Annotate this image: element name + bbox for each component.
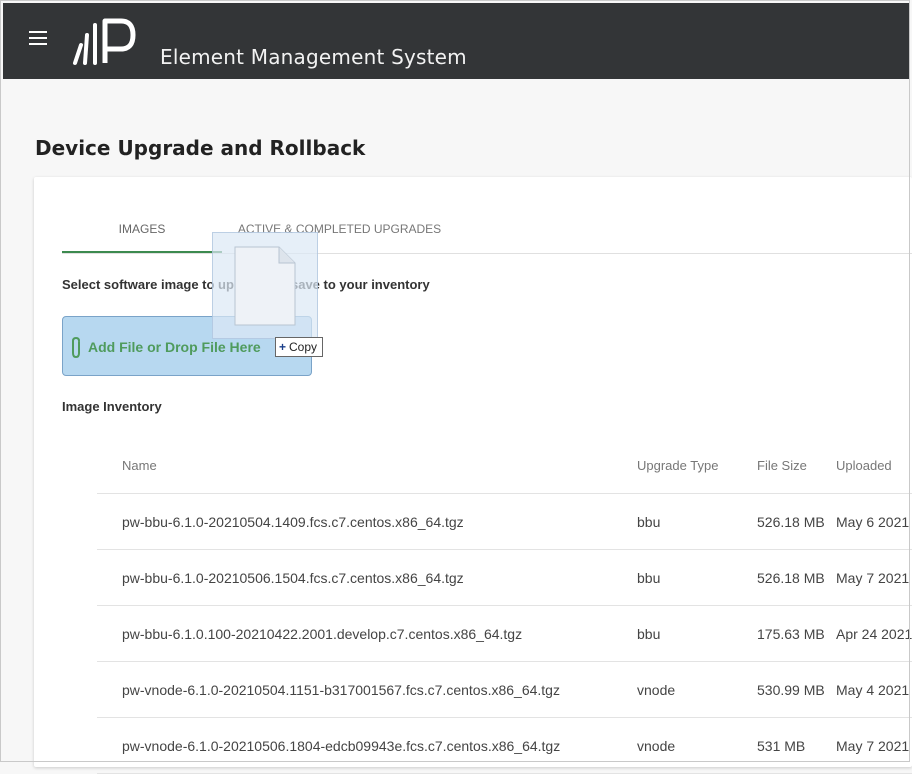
table-row[interactable]: pw-bbu-6.1.0.100-20210422.2001.develop.c… [97,606,912,662]
table-header: Name Upgrade Type File Size Uploaded [97,437,912,494]
cell-name: pw-bbu-6.1.0.100-20210422.2001.develop.c… [122,626,523,642]
dropzone-label: Add File or Drop File Here [88,339,261,355]
image-inventory-table: Name Upgrade Type File Size Uploaded pw-… [97,437,912,774]
hamburger-menu-icon[interactable] [29,31,51,51]
cell-upgrade-type: bbu [637,626,661,642]
cell-upgrade-type: vnode [637,682,676,698]
cell-name: pw-vnode-6.1.0-20210506.1804-edcb09943e.… [122,738,561,754]
drag-file-ghost [212,232,318,339]
table-row[interactable]: pw-bbu-6.1.0-20210506.1504.fcs.c7.centos… [97,550,912,606]
cell-name: pw-bbu-6.1.0-20210504.1409.fcs.c7.centos… [122,514,464,530]
cell-uploaded: May 4 2021 [836,682,910,698]
cell-file-size: 526.18 MB [757,570,825,586]
cell-file-size: 530.99 MB [757,682,825,698]
table-row[interactable]: pw-vnode-6.1.0-20210504.1151-b317001567.… [97,662,912,718]
tab-bar: IMAGES ACTIVE & COMPLETED UPGRADES [62,221,912,254]
table-row[interactable]: pw-bbu-6.1.0-20210504.1409.fcs.c7.centos… [97,494,912,550]
table-row[interactable]: pw-vnode-6.1.0-20210506.1804-edcb09943e.… [97,718,912,774]
cell-uploaded: May 6 2021 [836,514,910,530]
cell-upgrade-type: vnode [637,738,676,754]
cell-uploaded: Apr 24 2021 [836,626,912,642]
cell-name: pw-vnode-6.1.0-20210504.1151-b317001567.… [122,682,560,698]
content-card: IMAGES ACTIVE & COMPLETED UPGRADES Selec… [34,177,912,774]
copy-tooltip-label: Copy [289,340,318,354]
cell-name: pw-bbu-6.1.0-20210506.1504.fcs.c7.centos… [122,570,464,586]
paperclip-icon [72,336,80,359]
column-header-uploaded[interactable]: Uploaded [836,458,892,473]
inventory-heading: Image Inventory [62,399,162,414]
page-title: Device Upgrade and Rollback [35,136,366,160]
cell-upgrade-type: bbu [637,514,661,530]
cell-file-size: 175.63 MB [757,626,825,642]
app-header: Element Management System [3,3,909,79]
column-header-upgrade-type[interactable]: Upgrade Type [637,458,718,473]
cell-uploaded: May 7 2021 [836,570,910,586]
plus-icon: + [279,340,287,354]
app-title: Element Management System [160,45,467,69]
column-header-file-size[interactable]: File Size [757,458,807,473]
column-header-name[interactable]: Name [122,458,157,473]
drag-copy-tooltip: + Copy [275,337,324,357]
cell-upgrade-type: bbu [637,570,661,586]
tab-images[interactable]: IMAGES [62,221,222,253]
cell-uploaded: May 7 2021 [836,738,910,754]
company-logo[interactable] [71,15,141,67]
file-icon [234,246,296,326]
cell-file-size: 531 MB [757,738,806,754]
cell-file-size: 526.18 MB [757,514,825,530]
